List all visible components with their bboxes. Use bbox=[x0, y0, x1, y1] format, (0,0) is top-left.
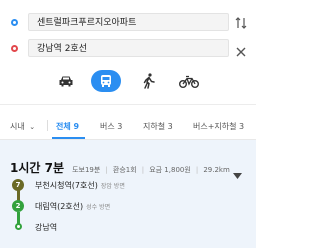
origin-marker-icon bbox=[11, 19, 18, 26]
bike-mode-button[interactable] bbox=[174, 70, 204, 92]
tab-all[interactable]: 전체 9 bbox=[56, 121, 79, 132]
bike-icon bbox=[179, 75, 199, 88]
stop-direction: 성수 방면 bbox=[86, 204, 111, 211]
tab-bus-subway[interactable]: 버스+지하철 3 bbox=[193, 121, 244, 132]
car-icon bbox=[59, 76, 73, 87]
walk-mode-button[interactable] bbox=[134, 70, 164, 92]
stop-boarding: 부천시청역(7호선) 장암 방면 bbox=[35, 180, 125, 191]
route-fare: 요금 1,800원 bbox=[149, 166, 191, 174]
bus-icon bbox=[101, 75, 111, 87]
divider bbox=[0, 104, 256, 105]
line7-badge: 7 bbox=[12, 179, 24, 191]
area-filter-label: 시내 bbox=[10, 122, 25, 131]
swap-icon[interactable] bbox=[235, 15, 247, 29]
route-transfers: 환승1회 bbox=[112, 166, 137, 174]
destination-marker-icon bbox=[11, 45, 18, 52]
stop-transfer: 대림역(2호선) 성수 방면 bbox=[35, 201, 110, 212]
destination-stop-marker bbox=[15, 223, 22, 230]
filter-separator bbox=[47, 120, 48, 131]
tab-bus[interactable]: 버스 3 bbox=[100, 121, 122, 132]
tab-subway[interactable]: 지하철 3 bbox=[143, 121, 173, 132]
route-distance: 29.2km bbox=[203, 166, 230, 174]
chevron-down-icon: ⌄ bbox=[29, 123, 36, 131]
route-duration: 1시간 7분 bbox=[10, 161, 64, 175]
stop-name: 부천시청역(7호선) bbox=[35, 181, 98, 190]
destination-input[interactable]: 강남역 2호선 bbox=[28, 39, 229, 57]
car-mode-button[interactable] bbox=[51, 70, 81, 92]
route-summary: 1시간 7분 도보19분 | 환승1회 | 요금 1,800원 | 29.2km bbox=[10, 161, 230, 175]
line2-badge: 2 bbox=[12, 200, 24, 212]
stop-name: 강남역 bbox=[35, 223, 58, 232]
close-icon[interactable] bbox=[236, 42, 246, 57]
area-filter-dropdown[interactable]: 시내 ⌄ bbox=[10, 121, 35, 132]
stop-direction: 장암 방면 bbox=[100, 183, 125, 190]
stop-destination: 강남역 bbox=[35, 222, 57, 233]
walk-icon bbox=[143, 73, 155, 89]
route-walk-time: 도보19분 bbox=[72, 166, 101, 174]
expand-route-icon[interactable] bbox=[233, 164, 242, 183]
transit-mode-button[interactable] bbox=[91, 70, 121, 92]
stop-name: 대림역(2호선) bbox=[35, 202, 84, 211]
origin-input[interactable]: 센트럴파크푸르지오아파트 bbox=[28, 13, 229, 31]
